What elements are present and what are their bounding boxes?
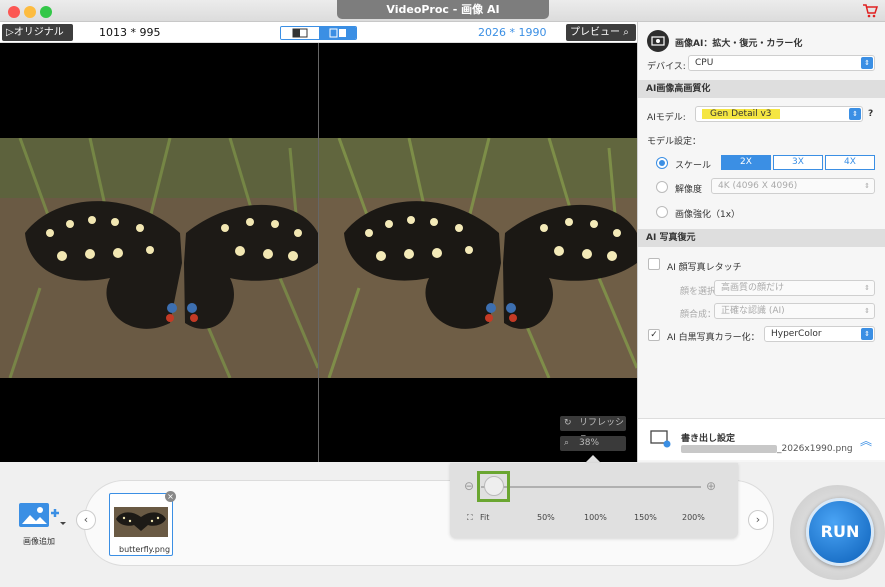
device-value: CPU [695,58,714,68]
colorize-value: HyperColor [771,329,822,339]
zoom-window-button[interactable] [40,6,52,18]
chevron-updown-icon: ⇕ [864,284,870,292]
colorize-checkbox[interactable]: ✓ [648,329,660,341]
thumbnail-filename: butterfly.png [119,545,171,554]
preview-label: プレビュー [570,27,620,38]
resolution-select[interactable]: 4K (4096 X 4096) ⇕ [711,178,875,194]
original-label: オリジナル [13,27,64,38]
zoom-in-icon[interactable]: ⊕ [706,479,716,493]
thumbnail-preview [114,507,168,537]
chevron-updown-icon: ⇕ [849,108,861,120]
checkmark-icon: ✓ [650,330,658,340]
export-settings-title: 書き出し設定 [681,434,736,444]
face-select-value: 高画質の顔だけ [721,283,785,293]
restore-section-header: AI 写真復元 [638,229,885,247]
chevron-updown-icon: ⇕ [864,182,870,190]
device-label: デバイス: [647,62,686,72]
resolution-label: 解像度 [675,185,703,195]
zoom-150-label[interactable]: 150% [634,513,657,522]
window-title: VideoProc - 画像 AI [337,0,549,19]
view-mode-toggle[interactable] [280,26,357,40]
close-window-button[interactable] [8,6,20,18]
resolution-value: 4K (4096 X 4096) [718,181,798,191]
add-image-label: 画像追加 [23,537,55,546]
export-settings-icon [650,430,672,448]
scale-4x-button[interactable]: 4X [825,155,875,170]
help-icon[interactable]: ? [868,109,873,119]
upscale-section-header: AI画像高画質化 [638,80,885,98]
export-path-blurred [681,445,777,453]
upscaled-image [319,138,637,378]
face-select-dropdown[interactable]: 高画質の顔だけ ⇕ [714,280,875,296]
preview-button[interactable]: プレビュー ⌕ [566,24,636,41]
face-retouch-checkbox[interactable] [648,258,660,270]
scale-3x-button[interactable]: 3X [773,155,823,170]
scale-2x-button[interactable]: 2X [721,155,771,170]
chevron-updown-icon: ⇕ [861,57,873,69]
zoom-slider-track[interactable] [481,486,701,488]
zoom-level-value: 38% [579,438,600,448]
refresh-button[interactable]: ↻ リフレッシュ [560,416,626,443]
zoom-panel-pointer [585,455,601,463]
single-view-option[interactable] [281,27,319,39]
scale-radio[interactable] [656,157,668,169]
face-blend-value: 正確な認識 (AI) [721,306,785,316]
chevron-updown-icon: ⇕ [861,328,873,340]
minimize-window-button[interactable] [24,6,36,18]
scroll-right-button[interactable]: › [748,510,768,530]
split-view-option[interactable] [319,27,356,39]
model-label: AIモデル: [647,113,686,123]
resolution-radio[interactable] [656,181,668,193]
refresh-icon: ↻ [564,418,572,428]
face-blend-label: 顔合成： [680,310,717,320]
face-retouch-label: AI 顔写真レタッチ [667,263,742,273]
zoom-level-button[interactable]: ⌕ 38% [560,436,626,451]
model-select[interactable]: Gen Detail v3 ⇕ [695,106,863,122]
play-icon: ▷ [6,27,14,38]
scroll-left-button[interactable]: ‹ [76,510,96,530]
remove-thumbnail-icon[interactable]: × [165,491,176,502]
output-dimensions: 2026 * 1990 [478,26,547,39]
zoom-50-label[interactable]: 50% [537,513,555,522]
device-select[interactable]: CPU ⇕ [688,55,875,71]
panel-header-title: 画像AI：拡大・復元・カラー化 [675,39,803,49]
original-view-button[interactable]: ▷オリジナル [2,24,73,41]
split-divider[interactable] [318,43,319,462]
zoom-100-label[interactable]: 100% [584,513,607,522]
original-dimensions: 1013 * 995 [99,26,161,39]
add-image-button[interactable] [18,500,66,530]
colorize-label: AI 白黒写真カラー化： [667,333,760,343]
chevron-up-icon[interactable]: ︽ [860,432,872,449]
scale-label: スケール [675,161,712,171]
enhance-label: 画像強化（1x） [675,210,741,220]
zoom-fit-label[interactable]: Fit [480,513,489,522]
chevron-updown-icon: ⇕ [864,307,870,315]
app-logo-icon [647,30,669,52]
image-thumbnail[interactable]: butterfly.png [109,493,173,556]
model-settings-label: モデル設定： [647,137,702,147]
zoom-icon: ⌕ [564,438,570,448]
enhance-radio[interactable] [656,206,668,218]
fit-icon[interactable]: ⛶ [467,513,473,523]
run-button[interactable]: RUN [806,498,874,566]
cart-icon[interactable] [862,4,879,21]
export-filename: _2026x1990.png [777,444,853,454]
original-image [0,138,318,378]
model-value: Gen Detail v3 [702,109,780,119]
zoom-out-icon[interactable]: ⊖ [464,479,474,493]
search-icon: ⌕ [623,27,629,38]
zoom-200-label[interactable]: 200% [682,513,705,522]
zoom-slider-highlight [477,471,510,502]
face-blend-dropdown[interactable]: 正確な認識 (AI) ⇕ [714,303,875,319]
colorize-select[interactable]: HyperColor ⇕ [764,326,875,342]
